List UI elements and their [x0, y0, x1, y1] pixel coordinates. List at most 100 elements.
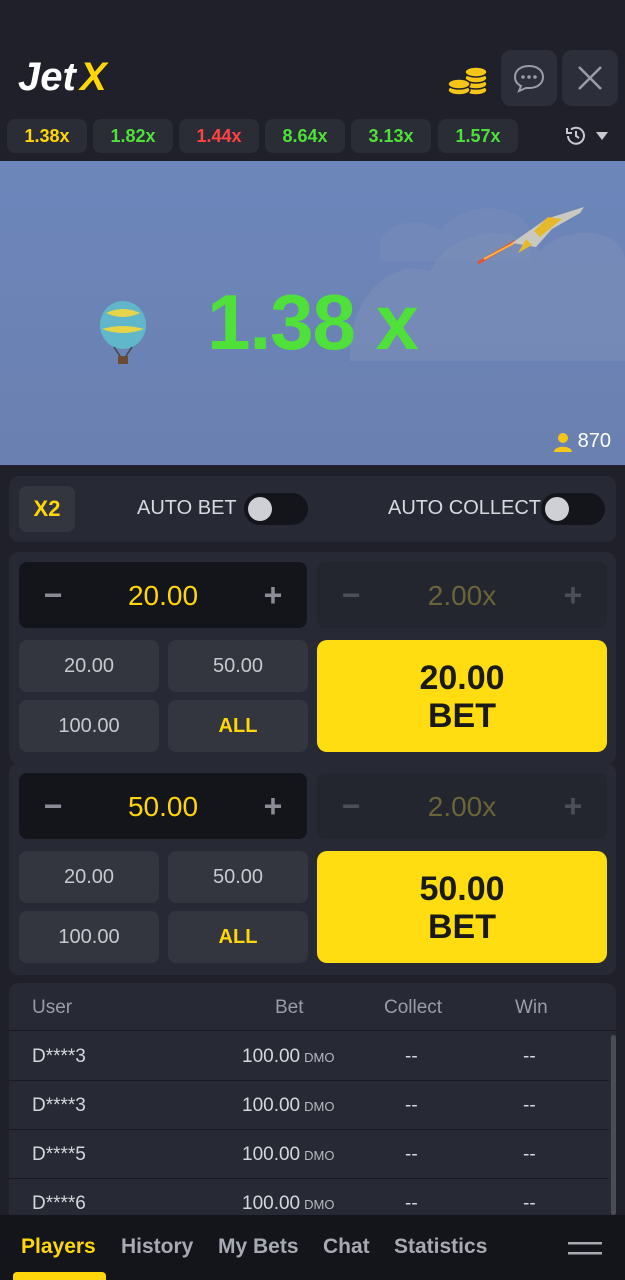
row-user: D****5 [32, 1144, 86, 1165]
bet-amount-value[interactable]: 20.00 [79, 580, 247, 612]
tab-players[interactable]: Players [21, 1235, 96, 1259]
players-online: 870 [553, 430, 611, 453]
chevron-down-icon [596, 132, 608, 140]
tab-statistics[interactable]: Statistics [394, 1235, 487, 1259]
auto-collect-label: AUTO COLLECT [388, 497, 541, 519]
auto-collect-value[interactable]: 2.00x [387, 580, 537, 612]
history-chip: 1.44x [179, 119, 259, 153]
table-row: D****5 100.00 DMO -- -- [9, 1130, 609, 1179]
chat-button[interactable] [501, 50, 557, 106]
game-canvas: 1.38 x 870 [0, 161, 625, 465]
row-collect: -- [405, 1193, 418, 1214]
increase-collect-button[interactable]: + [553, 575, 593, 615]
quick-bet-button[interactable]: 20.00 [19, 851, 159, 903]
decrease-bet-button[interactable]: − [33, 575, 73, 615]
row-user: D****3 [32, 1046, 86, 1067]
row-bet: 100.00 DMO [242, 1046, 334, 1068]
row-bet: 100.00 DMO [242, 1095, 334, 1117]
decrease-collect-button[interactable]: − [331, 575, 371, 615]
table-row: D****6 100.00 DMO -- -- [9, 1179, 609, 1215]
table-header: User Bet Collect Win [9, 983, 616, 1031]
row-bet-currency: DMO [304, 1148, 335, 1163]
bet-amount-stepper: − 50.00 + [19, 773, 307, 839]
increase-bet-button[interactable]: + [253, 786, 293, 826]
auto-bet-label: AUTO BET [137, 497, 237, 519]
table-scrollbar[interactable] [611, 1035, 616, 1215]
auto-collect-toggle[interactable] [541, 493, 605, 525]
history-dropdown-button[interactable] [556, 119, 616, 153]
row-bet-currency: DMO [304, 1197, 335, 1212]
auto-collect-stepper: − 2.00x + [317, 773, 607, 839]
row-collect: -- [405, 1144, 418, 1165]
column-header-win: Win [515, 997, 548, 1018]
svg-text:X: X [78, 55, 109, 99]
bottom-nav: Players History My Bets Chat Statistics [0, 1215, 625, 1280]
column-header-user: User [32, 997, 73, 1018]
x2-button[interactable]: X2 [19, 486, 75, 532]
row-bet-amount: 100.00 [242, 1046, 301, 1067]
row-collect: -- [405, 1046, 418, 1067]
quick-bet-button[interactable]: 100.00 [19, 700, 159, 752]
history-clock-icon [566, 126, 585, 145]
row-collect: -- [405, 1095, 418, 1116]
bet-button-amount: 20.00 [419, 659, 505, 697]
auto-controls: X2 AUTO BET AUTO COLLECT [9, 476, 616, 542]
active-tab-indicator [13, 1272, 106, 1280]
bet-amount-value[interactable]: 50.00 [79, 791, 247, 823]
row-bet: 100.00 DMO [242, 1193, 334, 1215]
multiplier-history: 1.38x 1.82x 1.44x 8.64x 3.13x 1.57x [0, 116, 625, 156]
row-bet-amount: 100.00 [242, 1193, 301, 1214]
history-chip: 8.64x [265, 119, 345, 153]
coins-icon[interactable] [446, 56, 490, 100]
bet-panel-1: − 20.00 + − 2.00x + 20.00 50.00 100.00 A… [9, 552, 616, 764]
column-header-collect: Collect [384, 997, 443, 1018]
auto-bet-toggle[interactable] [244, 493, 308, 525]
quick-bet-all-button[interactable]: ALL [168, 700, 308, 752]
bet-panel-2: − 50.00 + − 2.00x + 20.00 50.00 100.00 A… [9, 763, 616, 975]
players-table: User Bet Collect Win D****3 100.00 DMO --… [9, 983, 616, 1215]
close-icon [578, 66, 602, 90]
row-win: -- [523, 1095, 536, 1116]
table-row: D****3 100.00 DMO -- -- [9, 1081, 609, 1130]
row-bet-amount: 100.00 [242, 1144, 301, 1165]
auto-collect-value[interactable]: 2.00x [387, 791, 537, 823]
header: Jet X [0, 44, 625, 112]
history-chip: 1.57x [438, 119, 518, 153]
quick-bet-all-button[interactable]: ALL [168, 911, 308, 963]
row-bet-amount: 100.00 [242, 1095, 301, 1116]
tab-my-bets[interactable]: My Bets [218, 1235, 299, 1259]
quick-bet-button[interactable]: 50.00 [168, 640, 308, 692]
bet-button-amount: 50.00 [419, 870, 505, 908]
toggle-knob [248, 497, 272, 521]
bet-button-label: BET [428, 697, 496, 735]
decrease-collect-button[interactable]: − [331, 786, 371, 826]
quick-bet-button[interactable]: 20.00 [19, 640, 159, 692]
bet-button-label: BET [428, 908, 496, 946]
row-win: -- [523, 1193, 536, 1214]
table-row: D****3 100.00 DMO -- -- [9, 1032, 609, 1081]
place-bet-button[interactable]: 20.00 BET [317, 640, 607, 752]
menu-icon[interactable] [568, 1237, 602, 1259]
tab-chat[interactable]: Chat [323, 1235, 370, 1259]
user-icon [553, 432, 572, 452]
players-online-count: 870 [577, 430, 611, 452]
column-header-bet: Bet [275, 997, 304, 1018]
row-bet-currency: DMO [304, 1050, 335, 1065]
status-area [0, 0, 625, 44]
svg-text:Jet: Jet [18, 55, 77, 99]
tab-history[interactable]: History [121, 1235, 193, 1259]
quick-bet-button[interactable]: 100.00 [19, 911, 159, 963]
chat-bubble-icon [513, 64, 545, 93]
close-button[interactable] [562, 50, 618, 106]
place-bet-button[interactable]: 50.00 BET [317, 851, 607, 963]
auto-collect-stepper: − 2.00x + [317, 562, 607, 628]
increase-collect-button[interactable]: + [553, 786, 593, 826]
row-bet: 100.00 DMO [242, 1144, 334, 1166]
decrease-bet-button[interactable]: − [33, 786, 73, 826]
history-chip: 1.82x [93, 119, 173, 153]
jet-icon [477, 207, 584, 265]
quick-bet-button[interactable]: 50.00 [168, 851, 308, 903]
current-multiplier: 1.38 x [207, 278, 419, 366]
increase-bet-button[interactable]: + [253, 575, 293, 615]
row-win: -- [523, 1144, 536, 1165]
